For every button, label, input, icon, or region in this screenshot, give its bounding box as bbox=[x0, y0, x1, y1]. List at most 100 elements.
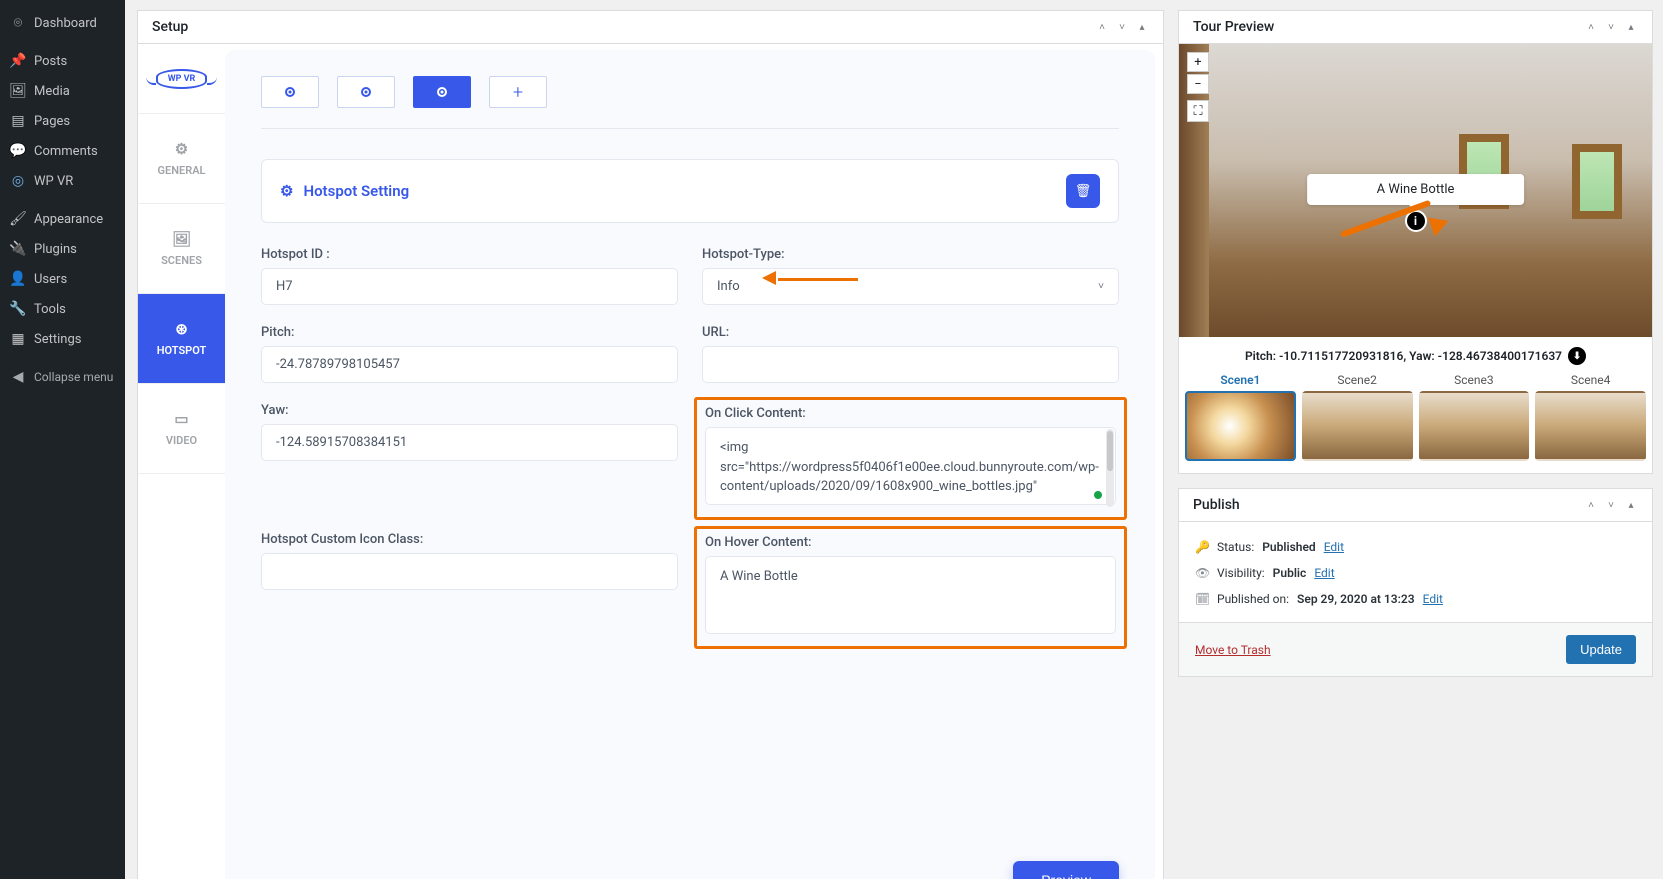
panel-toggle-icon[interactable]: ▴ bbox=[1135, 20, 1149, 34]
field-icon-class: Hotspot Custom Icon Class: bbox=[261, 532, 678, 641]
onhover-textarea[interactable] bbox=[705, 556, 1116, 634]
hotspot-type-select[interactable]: Info ˅ bbox=[702, 268, 1119, 305]
move-to-trash-link[interactable]: Move to Trash bbox=[1195, 643, 1271, 657]
menu-pages[interactable]: ▤Pages bbox=[0, 106, 125, 136]
wpvr-logo: WP VR bbox=[138, 44, 225, 114]
publish-visibility-row: 👁 Visibility: Public Edit bbox=[1179, 560, 1652, 586]
tab-scenes[interactable]: 🖼 SCENES bbox=[138, 204, 225, 294]
scrollbar[interactable] bbox=[1106, 429, 1114, 507]
scene-3-label: Scene3 bbox=[1419, 373, 1530, 387]
panel-actions: ˄ ˅ ▴ bbox=[1095, 20, 1149, 34]
setup-title: Setup bbox=[152, 19, 188, 35]
menu-appearance[interactable]: 🖌 Appearance bbox=[0, 204, 125, 234]
publish-panel: Publish ˄ ˅ ▴ 🔑 Status: Published Edit 👁… bbox=[1178, 488, 1653, 677]
circle-dot-icon bbox=[361, 87, 371, 97]
menu-collapse[interactable]: ◀Collapse menu bbox=[0, 362, 125, 392]
menu-comments[interactable]: 💬 Comments bbox=[0, 136, 125, 166]
zoom-in-button[interactable]: + bbox=[1187, 52, 1209, 72]
menu-posts[interactable]: 📌Posts bbox=[0, 46, 125, 76]
comment-icon: 💬 bbox=[10, 143, 26, 159]
menu-plugins[interactable]: 🔌Plugins bbox=[0, 234, 125, 264]
publish-title: Publish bbox=[1193, 497, 1240, 513]
preview-button[interactable]: Preview bbox=[1013, 861, 1119, 879]
wp-admin-sidebar: ⌾Dashboard 📌Posts 🖼Media ▤Pages 💬 Comment… bbox=[0, 0, 125, 879]
hotspot-selector-3[interactable] bbox=[413, 76, 471, 108]
menu-tools[interactable]: 🔧Tools bbox=[0, 294, 125, 324]
tab-hotspot[interactable]: ⊛ HOTSPOT bbox=[138, 294, 225, 384]
brush-icon: 🖌 bbox=[10, 211, 26, 227]
menu-media[interactable]: 🖼Media bbox=[0, 76, 125, 106]
zoom-out-button[interactable]: − bbox=[1187, 74, 1209, 94]
save-coords-button[interactable]: ⬇ bbox=[1568, 347, 1586, 365]
scene-4-thumbnail bbox=[1535, 391, 1646, 461]
hotspot-form: + ⚙ Hotspot Setting 🗑 Hotspot ID bbox=[225, 50, 1155, 879]
panel-up-icon[interactable]: ˄ bbox=[1584, 20, 1598, 34]
hotspot-selector-2[interactable] bbox=[337, 76, 395, 108]
menu-wpvr[interactable]: ◎WP VR bbox=[0, 166, 125, 196]
hotspot-id-label: Hotspot ID : bbox=[261, 247, 678, 262]
url-input[interactable] bbox=[702, 346, 1119, 383]
scene-thumbnails: Scene1 Scene2 Scene3 Scene4 bbox=[1179, 373, 1652, 473]
yaw-input[interactable] bbox=[261, 424, 678, 461]
menu-comments-label: Comments bbox=[34, 144, 98, 159]
menu-dashboard[interactable]: ⌾Dashboard bbox=[0, 8, 125, 38]
menu-settings-label: Settings bbox=[34, 332, 81, 347]
update-button[interactable]: Update bbox=[1566, 635, 1636, 664]
tab-video-label: VIDEO bbox=[166, 434, 197, 447]
panel-down-icon[interactable]: ˅ bbox=[1115, 20, 1129, 34]
video-icon: ▭ bbox=[174, 410, 188, 428]
collapse-icon: ◀ bbox=[10, 369, 26, 385]
menu-settings[interactable]: ▦Settings bbox=[0, 324, 125, 354]
tab-scenes-label: SCENES bbox=[161, 254, 202, 267]
publishedon-label: Published on: bbox=[1217, 592, 1289, 606]
tab-video[interactable]: ▭ VIDEO bbox=[138, 384, 225, 474]
publishedon-edit-link[interactable]: Edit bbox=[1423, 592, 1443, 606]
scene-thumb-4[interactable]: Scene4 bbox=[1535, 373, 1646, 461]
panorama-viewport[interactable]: + − ⛶ A Wine Bottle i bbox=[1179, 44, 1652, 337]
panel-up-icon[interactable]: ˄ bbox=[1095, 20, 1109, 34]
scene-3-thumbnail bbox=[1419, 391, 1530, 461]
menu-users[interactable]: 👤Users bbox=[0, 264, 125, 294]
hotspot-selector-1[interactable] bbox=[261, 76, 319, 108]
pitch-input[interactable] bbox=[261, 346, 678, 383]
visibility-label: Visibility: bbox=[1217, 566, 1265, 580]
chevron-down-icon: ˅ bbox=[1098, 281, 1104, 292]
scene-2-thumbnail bbox=[1302, 391, 1413, 461]
menu-appearance-label: Appearance bbox=[34, 212, 103, 227]
onclick-highlight-annotation: On Click Content: bbox=[694, 397, 1127, 520]
status-edit-link[interactable]: Edit bbox=[1324, 540, 1344, 554]
hotspot-id-input[interactable] bbox=[261, 268, 678, 305]
hotspot-add[interactable]: + bbox=[489, 76, 547, 108]
menu-plugins-label: Plugins bbox=[34, 242, 77, 257]
status-label: Status: bbox=[1217, 540, 1254, 554]
field-url: URL: bbox=[702, 325, 1119, 383]
wpvr-logo-text: WP VR bbox=[156, 69, 208, 89]
panel-toggle-icon[interactable]: ▴ bbox=[1624, 20, 1638, 34]
trash-icon: 🗑 bbox=[1075, 184, 1092, 199]
scene-thumb-1[interactable]: Scene1 bbox=[1185, 373, 1296, 461]
vr-icon: ◎ bbox=[10, 173, 26, 189]
onclick-textarea[interactable] bbox=[705, 427, 1116, 505]
scene-thumb-3[interactable]: Scene3 bbox=[1419, 373, 1530, 461]
panel-toggle-icon[interactable]: ▴ bbox=[1624, 498, 1638, 512]
target-icon: ⊛ bbox=[175, 320, 188, 338]
tab-general[interactable]: ⚙ GENERAL bbox=[138, 114, 225, 204]
calendar-icon: 🗓 bbox=[1195, 592, 1209, 606]
visibility-edit-link[interactable]: Edit bbox=[1314, 566, 1334, 580]
scene-thumb-2[interactable]: Scene2 bbox=[1302, 373, 1413, 461]
tab-hotspot-label: HOTSPOT bbox=[157, 344, 207, 357]
field-onhover-content: On Hover Content: bbox=[702, 532, 1119, 641]
scene-1-label: Scene1 bbox=[1185, 373, 1296, 387]
icon-class-input[interactable] bbox=[261, 553, 678, 590]
panel-up-icon[interactable]: ˄ bbox=[1584, 498, 1598, 512]
user-icon: 👤 bbox=[10, 271, 26, 287]
url-label: URL: bbox=[702, 325, 1119, 340]
panel-down-icon[interactable]: ˅ bbox=[1604, 20, 1618, 34]
field-pitch: Pitch: bbox=[261, 325, 678, 383]
fullscreen-button[interactable]: ⛶ bbox=[1187, 100, 1209, 122]
hotspot-type-value: Info bbox=[717, 279, 740, 294]
delete-hotspot-button[interactable]: 🗑 bbox=[1066, 174, 1100, 208]
annotation-arrow bbox=[1341, 232, 1441, 256]
scene-1-thumbnail bbox=[1185, 391, 1296, 461]
panel-down-icon[interactable]: ˅ bbox=[1604, 498, 1618, 512]
